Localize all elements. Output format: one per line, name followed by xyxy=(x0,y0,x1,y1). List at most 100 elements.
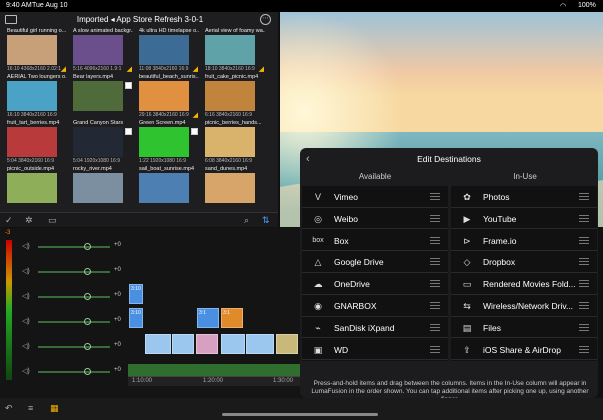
destination-row[interactable]: ▤ Files xyxy=(451,317,597,339)
track-header[interactable]: ◁) +0 xyxy=(22,317,126,327)
filter-icon[interactable]: ⇅ xyxy=(262,215,270,226)
timeline-clip[interactable] xyxy=(221,334,245,354)
drag-handle-icon[interactable] xyxy=(579,193,589,200)
drag-handle-icon[interactable] xyxy=(579,236,589,244)
folder-icon[interactable] xyxy=(5,15,17,24)
volume-slider[interactable] xyxy=(38,371,110,373)
keyframe-icon[interactable]: ▦ xyxy=(50,403,59,414)
media-item[interactable]: picnic_berries_hands... 6:08 3840x2160 16… xyxy=(204,120,266,166)
drag-handle-icon[interactable] xyxy=(430,193,440,200)
volume-knob[interactable] xyxy=(84,343,91,350)
timeline-clip[interactable] xyxy=(196,334,218,354)
select-icon[interactable]: ✓ xyxy=(5,215,13,226)
timeline-clip[interactable] xyxy=(276,334,298,354)
media-item[interactable]: sand_dunes.mp4 xyxy=(204,166,266,212)
search-icon[interactable]: ⌕ xyxy=(244,215,249,226)
dialog-title: Edit Destinations xyxy=(417,154,481,164)
timeline-clip[interactable]: 3:10 xyxy=(129,308,143,328)
destination-row[interactable]: ⇆ Wireless/Network Driv... xyxy=(451,295,597,317)
destination-row[interactable]: ▣ WD xyxy=(302,339,448,361)
destination-row[interactable]: ⌁ SanDisk iXpand xyxy=(302,317,448,339)
media-item[interactable]: 4k ultra HD timelapse o... 11:08 3840x216… xyxy=(138,28,200,74)
media-item[interactable]: beautiful_beach_sunris... 29:16 3840x2160… xyxy=(138,74,200,120)
media-item[interactable]: Aerial view of foamy wa... 18:10 3840x216… xyxy=(204,28,266,74)
drag-handle-icon[interactable] xyxy=(579,280,589,288)
track-header[interactable]: ◁) +0 xyxy=(22,367,126,377)
timeline-clip[interactable]: 3:1 xyxy=(197,308,219,328)
drag-handle-icon[interactable] xyxy=(579,345,589,353)
speaker-icon[interactable]: ◁) xyxy=(22,292,30,300)
track-header[interactable]: ◁) +0 xyxy=(22,267,126,277)
timeline-clip[interactable] xyxy=(172,334,194,354)
drag-handle-icon[interactable] xyxy=(430,258,440,266)
destination-row[interactable]: ◎ Weibo xyxy=(302,208,448,230)
destination-row[interactable]: box Box xyxy=(302,230,448,252)
volume-slider[interactable] xyxy=(38,321,110,323)
volume-slider[interactable] xyxy=(38,271,110,273)
volume-knob[interactable] xyxy=(84,243,91,250)
speaker-icon[interactable]: ◁) xyxy=(22,267,30,275)
volume-slider[interactable] xyxy=(38,296,110,298)
time-tick: 1:10:00 xyxy=(132,378,153,384)
drag-handle-icon[interactable] xyxy=(430,280,440,288)
checkbox-icon[interactable] xyxy=(191,128,198,135)
drag-handle-icon[interactable] xyxy=(430,345,440,353)
destination-row[interactable]: ✿ Photos xyxy=(451,186,597,208)
track-header[interactable]: ◁) +0 xyxy=(22,292,126,302)
volume-slider[interactable] xyxy=(38,346,110,348)
drag-handle-icon[interactable] xyxy=(430,236,440,244)
volume-knob[interactable] xyxy=(84,268,91,275)
track-header[interactable]: ◁) +0 xyxy=(22,242,126,252)
timeline-clip[interactable] xyxy=(145,334,171,354)
track-header[interactable]: ◁) +0 xyxy=(22,342,126,352)
media-item[interactable]: sail_boat_sunrise.mp4 xyxy=(138,166,200,212)
speaker-icon[interactable]: ◁) xyxy=(22,317,30,325)
drag-handle-icon[interactable] xyxy=(579,258,589,266)
gear-icon[interactable]: ✲ xyxy=(25,215,33,226)
speaker-icon[interactable]: ◁) xyxy=(22,342,30,350)
media-item[interactable]: fruit_cake_picnic.mp4 6:16 3840x2160 16:9 xyxy=(204,74,266,120)
volume-knob[interactable] xyxy=(84,318,91,325)
volume-knob[interactable] xyxy=(84,293,91,300)
destination-row[interactable]: ◇ Dropbox xyxy=(451,251,597,273)
media-item[interactable]: Grand Canyon Stars 5:04 1920x1080 16:9 xyxy=(72,120,134,166)
destination-row[interactable]: V Vimeo xyxy=(302,186,448,208)
timeline-clip[interactable]: 3:10 xyxy=(129,284,143,304)
media-item[interactable]: rocky_river.mp4 xyxy=(72,166,134,212)
media-item[interactable]: AERIAL Two loungers o... 16:10 3840x2160 … xyxy=(6,74,68,120)
media-item[interactable]: Bear layers.mp4 xyxy=(72,74,134,120)
volume-knob[interactable] xyxy=(84,368,91,375)
drag-handle-icon[interactable] xyxy=(430,214,440,222)
more-options-icon[interactable]: ⋯ xyxy=(260,14,271,25)
media-item[interactable]: A slow animated backgr... 5:16 4096x2160 … xyxy=(72,28,134,74)
timeline-clip[interactable] xyxy=(246,334,274,354)
speaker-icon[interactable]: ◁) xyxy=(22,367,30,375)
checkbox-icon[interactable] xyxy=(125,82,132,89)
destination-row[interactable]: ▶ YouTube xyxy=(451,208,597,230)
destination-row[interactable]: ☁ OneDrive xyxy=(302,273,448,295)
destination-row[interactable]: ⇪ iOS Share & AirDrop xyxy=(451,339,597,361)
sort-icon[interactable]: ▭ xyxy=(48,215,57,226)
destination-row[interactable]: ⊳ Frame.io xyxy=(451,230,597,252)
drag-handle-icon[interactable] xyxy=(579,323,589,331)
media-item[interactable]: fruit_tart_berries.mp4 5:04 3840x2160 16:… xyxy=(6,120,68,166)
checkbox-icon[interactable] xyxy=(125,128,132,135)
drag-handle-icon[interactable] xyxy=(579,214,589,222)
destination-row[interactable]: ▭ Rendered Movies Fold... xyxy=(451,273,597,295)
destination-row[interactable]: ◉ GNARBOX xyxy=(302,295,448,317)
media-item[interactable]: picnic_outside.mp4 xyxy=(6,166,68,212)
media-item[interactable]: Beautiful girl running o... 16:10 4368x21… xyxy=(6,28,68,74)
drag-handle-icon[interactable] xyxy=(430,323,440,331)
volume-slider[interactable] xyxy=(38,246,110,248)
media-item[interactable]: Green Screen.mp4 1:22 1920x1080 16:9 xyxy=(138,120,200,166)
drag-handle-icon[interactable] xyxy=(579,302,589,309)
destination-row[interactable]: △ Google Drive xyxy=(302,251,448,273)
speaker-icon[interactable]: ◁) xyxy=(22,242,30,250)
timeline-clip[interactable]: 3:1 xyxy=(221,308,243,328)
layers-icon[interactable]: ≡ xyxy=(28,403,33,413)
audio-track[interactable] xyxy=(128,364,300,376)
media-item-title: Grand Canyon Stars xyxy=(73,120,124,126)
undo-icon[interactable]: ↶ xyxy=(5,403,13,414)
drag-handle-icon[interactable] xyxy=(430,302,440,309)
timeline[interactable]: -3 ◁) +0 ◁) +0 ◁) +0 ◁) +0 ◁) +0 ◁) +0 3:10 3:10 3:1 3… xyxy=(0,228,300,398)
